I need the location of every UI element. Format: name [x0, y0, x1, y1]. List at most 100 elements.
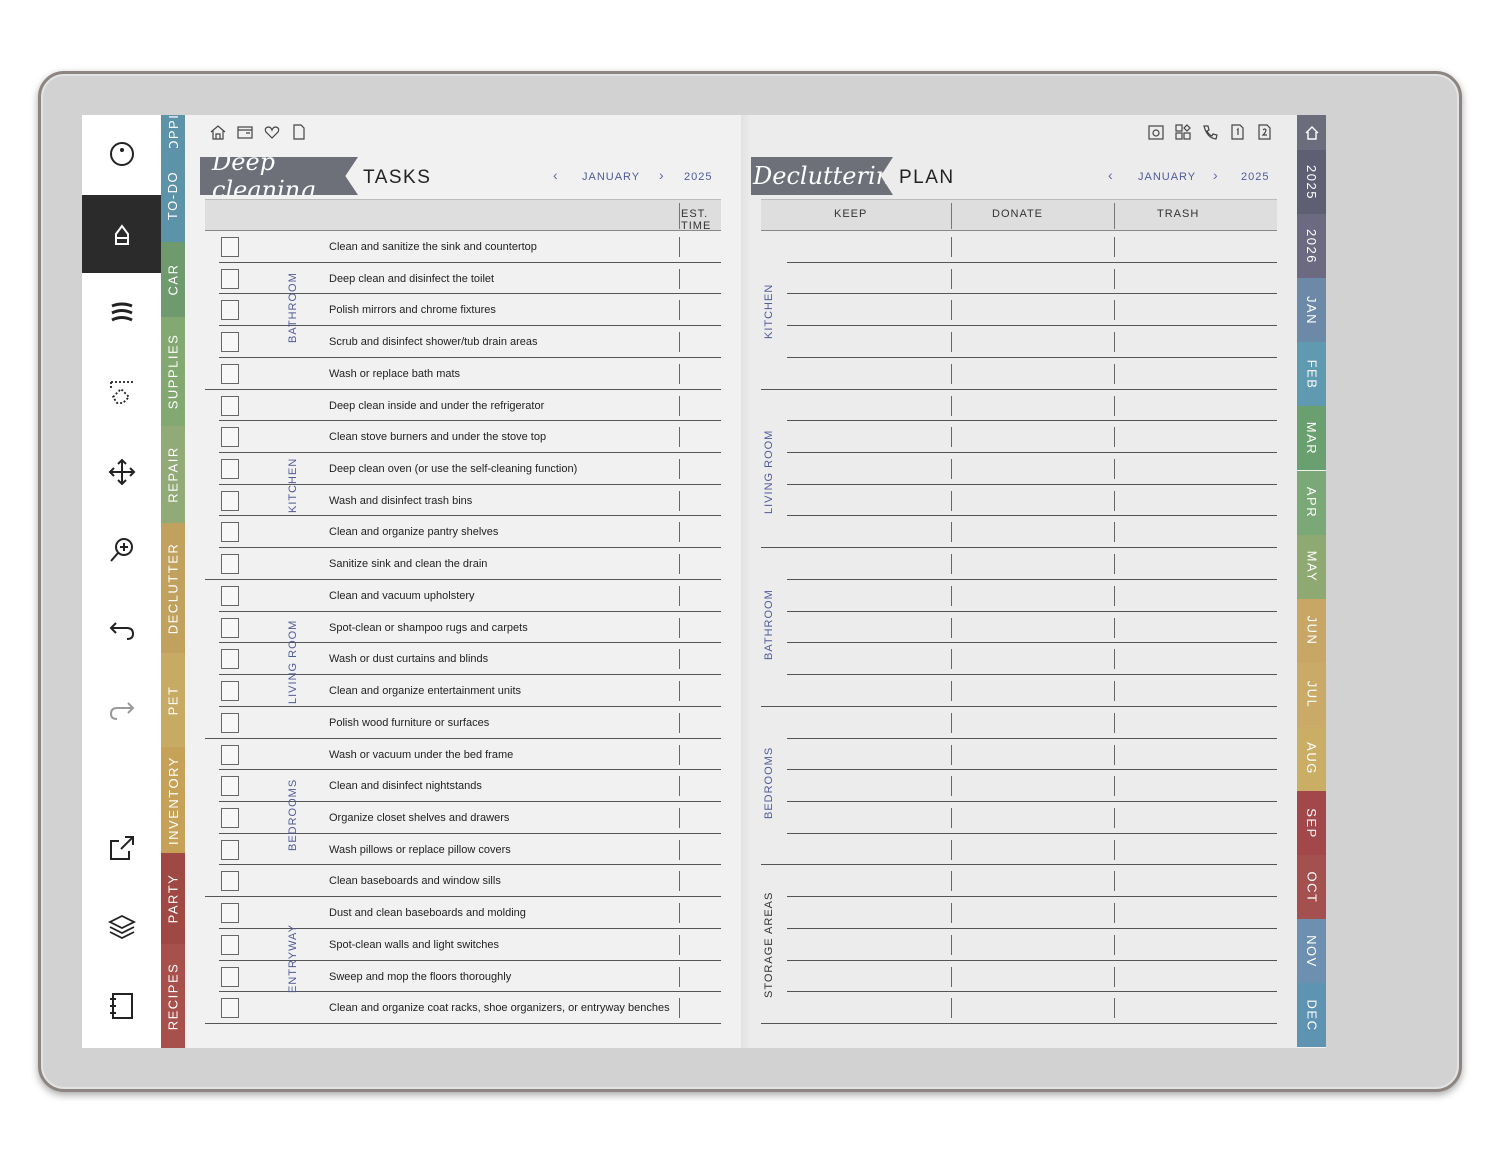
month-2-icon[interactable] [1255, 123, 1273, 141]
prev-month-chevron[interactable]: ‹ [1108, 167, 1113, 183]
cell-sep [1114, 427, 1115, 448]
grid-icon[interactable] [1174, 123, 1192, 141]
heart-icon[interactable] [263, 123, 281, 141]
tab-oct[interactable]: OCT [1297, 855, 1326, 920]
tab-2025[interactable]: 2025 [1297, 150, 1326, 215]
menu-circle-tool[interactable] [82, 115, 161, 193]
next-month-chevron[interactable]: › [1213, 167, 1218, 183]
tab-label: NOV [1304, 934, 1320, 968]
month-label[interactable]: JANUARY [1138, 171, 1196, 183]
left-toolbar [82, 115, 161, 1048]
cell-sep [1114, 522, 1115, 543]
notebook-tool[interactable] [82, 967, 161, 1045]
task-checkbox[interactable] [221, 363, 239, 384]
task-checkbox[interactable] [221, 744, 239, 765]
tab-inventory[interactable]: INVENTORY [161, 747, 185, 853]
tab-car[interactable]: CAR [161, 242, 185, 317]
task-checkbox[interactable] [221, 332, 239, 353]
move-tool[interactable] [82, 433, 161, 511]
row-divider [787, 832, 1277, 834]
home-icon[interactable] [209, 123, 227, 141]
task-checkbox[interactable] [221, 395, 239, 416]
task-checkbox[interactable] [221, 871, 239, 892]
task-checkbox[interactable] [221, 712, 239, 733]
zoom-tool[interactable] [82, 511, 161, 589]
pen-tool[interactable] [82, 195, 161, 273]
task-checkbox[interactable] [221, 237, 239, 257]
task-checkbox[interactable] [221, 649, 239, 670]
row-divider [787, 420, 1277, 422]
tab-party[interactable]: PARTY [161, 853, 185, 944]
task-checkbox[interactable] [221, 903, 239, 924]
task-text: Clean baseboards and window sills [329, 875, 501, 888]
task-checkbox[interactable] [221, 966, 239, 987]
task-checkbox[interactable] [221, 681, 239, 702]
tab-pet[interactable]: PET [161, 653, 185, 747]
tab-recipes[interactable]: RECIPES [161, 944, 185, 1048]
heart-icon-glyph [264, 126, 280, 139]
layers-tool[interactable] [82, 887, 161, 965]
tab-2026[interactable]: 2026 [1297, 214, 1326, 279]
row-divider [787, 927, 1277, 929]
row-divider [205, 737, 721, 739]
task-checkbox[interactable] [221, 427, 239, 448]
calendar-icon[interactable] [1147, 123, 1165, 141]
task-checkbox[interactable] [221, 617, 239, 638]
row-divider [219, 705, 721, 707]
task-text: Wash or vacuum under the bed frame [329, 748, 514, 761]
est-time-cell-sep [679, 776, 680, 797]
tab-declutter[interactable]: DECLUTTER [161, 523, 185, 653]
task-checkbox[interactable] [221, 807, 239, 828]
task-checkbox[interactable] [221, 554, 239, 575]
year-label[interactable]: 2025 [684, 171, 712, 183]
cell-sep [951, 839, 952, 860]
tab-apr[interactable]: APR [1297, 470, 1326, 535]
undo-icon [109, 622, 134, 640]
task-checkbox[interactable] [221, 490, 239, 511]
tab-dec[interactable]: DEC [1297, 983, 1326, 1048]
task-checkbox[interactable] [221, 776, 239, 797]
tab-sep[interactable]: SEP [1297, 791, 1326, 856]
task-checkbox[interactable] [221, 459, 239, 480]
prev-month-chevron[interactable]: ‹ [553, 167, 558, 183]
undo-tool[interactable] [82, 591, 161, 669]
next-month-chevron[interactable]: › [659, 167, 664, 183]
cell-sep [951, 681, 952, 702]
page-icon[interactable] [290, 123, 308, 141]
tab-to-do[interactable]: TO-DO [161, 148, 185, 242]
deep-cleaning-banner: Deep cleaning [200, 157, 358, 195]
month-1-icon[interactable] [1228, 123, 1246, 141]
row-divider [787, 261, 1277, 263]
stroke-width-tool[interactable] [82, 273, 161, 351]
task-checkbox[interactable] [221, 998, 239, 1019]
tab-home[interactable] [1297, 115, 1326, 150]
plan-heading: PLAN [899, 167, 955, 188]
month-label[interactable]: JANUARY [582, 171, 640, 183]
tab-shopping[interactable]: SHOPPING [161, 115, 185, 148]
task-checkbox[interactable] [221, 839, 239, 860]
task-checkbox[interactable] [221, 300, 239, 321]
cell-sep [1114, 585, 1115, 606]
task-checkbox[interactable] [221, 268, 239, 289]
tab-jan[interactable]: JAN [1297, 278, 1326, 343]
tab-repair[interactable]: REPAIR [161, 426, 185, 523]
tab-jul[interactable]: JUL [1297, 662, 1326, 727]
share-tool[interactable] [82, 809, 161, 887]
year-label[interactable]: 2025 [1241, 171, 1269, 183]
tab-nov[interactable]: NOV [1297, 919, 1326, 984]
tab-feb[interactable]: FEB [1297, 342, 1326, 407]
task-checkbox[interactable] [221, 585, 239, 606]
phone-icon[interactable] [1201, 123, 1219, 141]
tab-supplies[interactable]: SUPPLIES [161, 317, 185, 426]
eraser-tool[interactable] [82, 353, 161, 431]
tab-may[interactable]: MAY [1297, 534, 1326, 599]
tab-mar[interactable]: MAR [1297, 406, 1326, 471]
tab-aug[interactable]: AUG [1297, 726, 1326, 791]
task-checkbox[interactable] [221, 934, 239, 955]
tab-jun[interactable]: JUN [1297, 598, 1326, 663]
row-divider [787, 737, 1277, 739]
folder-icon[interactable] [236, 123, 254, 141]
est-time-cell-sep [679, 237, 680, 257]
redo-tool[interactable] [82, 671, 161, 749]
task-checkbox[interactable] [221, 522, 239, 543]
